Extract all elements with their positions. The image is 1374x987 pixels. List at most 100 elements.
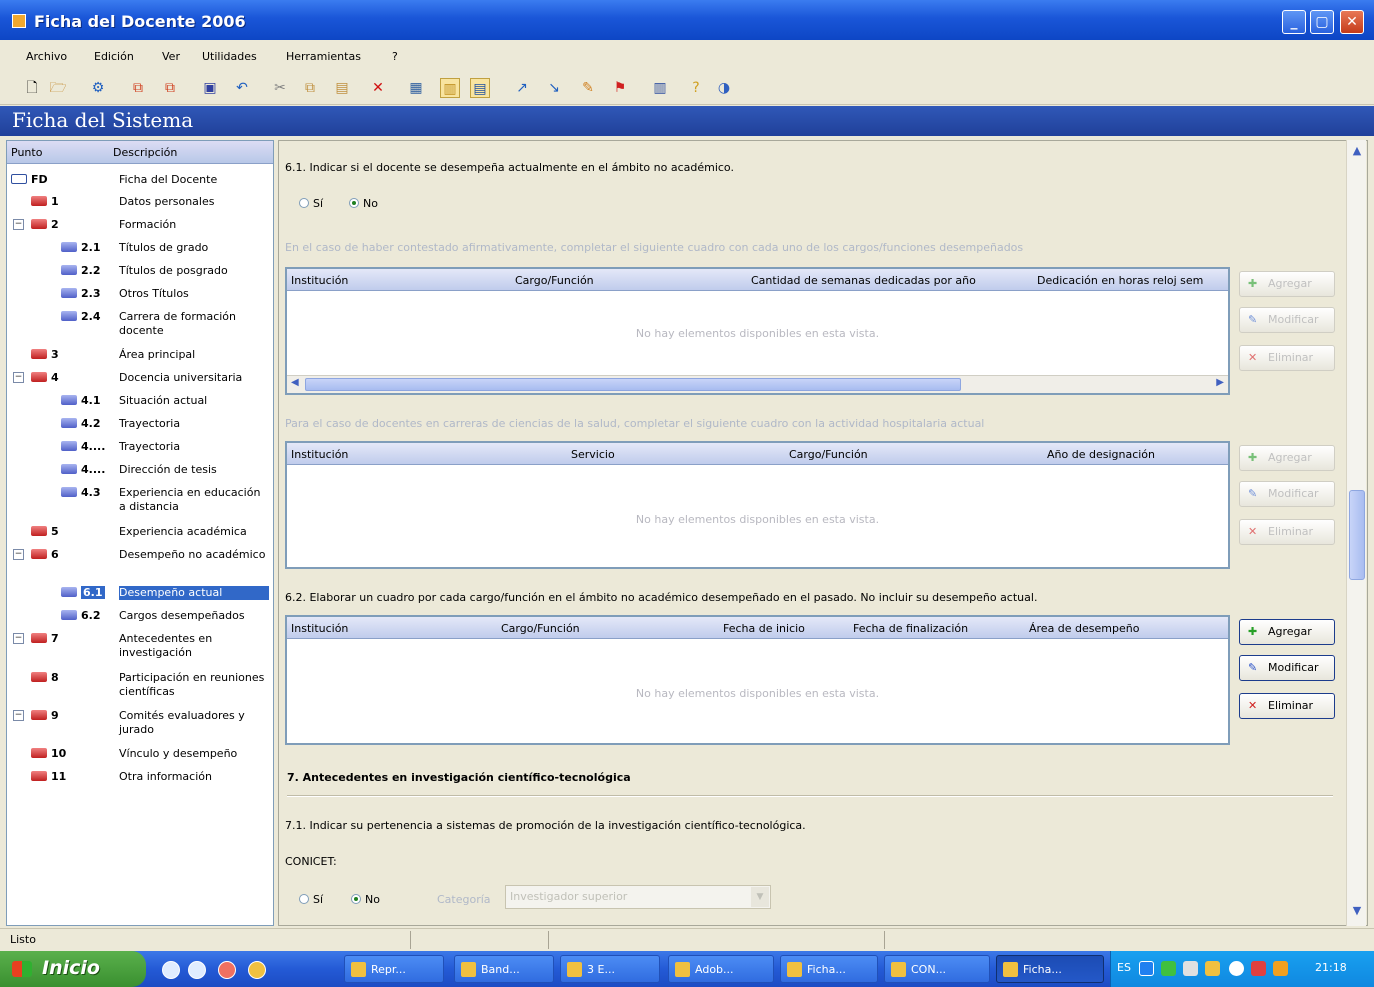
tree-item[interactable]: − 2 Formación (7, 216, 273, 238)
tree-item[interactable]: 6.2 Cargos desempeñados (7, 607, 273, 629)
panel2-icon[interactable]: ▤ (470, 78, 490, 98)
expand-icon[interactable]: − (13, 633, 24, 644)
grid-cargos-actuales[interactable]: Institución Cargo/Función Cantidad de se… (285, 267, 1230, 395)
col-institucion[interactable]: Institución (291, 448, 348, 461)
tree-item[interactable]: 5 Experiencia académica (7, 523, 273, 545)
delete-button-3[interactable]: ✕ Eliminar (1239, 693, 1335, 719)
help-icon[interactable]: ? (686, 78, 706, 98)
taskbar-button[interactable]: Band... (454, 955, 554, 983)
tree-item[interactable]: 1 Datos personales (7, 193, 273, 215)
edit-button-1[interactable]: ✎ Modificar (1239, 307, 1335, 333)
col-institucion[interactable]: Institución (291, 622, 348, 635)
expand-icon[interactable]: − (13, 219, 24, 230)
security-icon[interactable] (1183, 961, 1198, 976)
undo-icon[interactable]: ↶ (232, 78, 252, 98)
taskbar-button[interactable]: Ficha... (780, 955, 878, 983)
expand-icon[interactable]: − (13, 372, 24, 383)
menu-archivo[interactable]: Archivo (26, 50, 67, 63)
tree-item[interactable]: 3 Área principal (7, 346, 273, 368)
col-dedicacion[interactable]: Dedicación en horas reloj sem (1037, 274, 1227, 287)
copy-icon[interactable]: ⧉ (128, 78, 148, 98)
taskbar-button[interactable]: Adob... (668, 955, 774, 983)
radio-no-6-1[interactable]: No (349, 197, 378, 210)
horizontal-scrollbar[interactable]: ◀ ▶ (287, 375, 1228, 393)
tree-item[interactable]: 8 Participación en reuniones científicas (7, 669, 273, 698)
cut-icon[interactable]: ✂ (270, 78, 290, 98)
col-area[interactable]: Área de desempeño (1029, 622, 1139, 635)
sync-icon[interactable] (1161, 961, 1176, 976)
tree-item[interactable]: 4.... Dirección de tesis (7, 461, 273, 483)
minimize-button[interactable]: _ (1282, 10, 1306, 34)
tree-item[interactable]: 6.1 Desempeño actual (7, 584, 273, 606)
menu-ver[interactable]: Ver (162, 50, 180, 63)
menu-help[interactable]: ? (392, 50, 398, 63)
radio-si-6-1[interactable]: Sí (299, 197, 323, 210)
ie-icon[interactable] (162, 961, 180, 979)
volume-icon[interactable] (1273, 961, 1288, 976)
grid-actividad-hospitalaria[interactable]: Institución Servicio Cargo/Función Año d… (285, 441, 1230, 569)
tree-item[interactable]: 10 Vínculo y desempeño (7, 745, 273, 767)
col-anio[interactable]: Año de designación (1047, 448, 1155, 461)
tree-item[interactable]: − 7 Antecedentes en investigación (7, 630, 273, 659)
taskbar-button[interactable]: 3 E... (560, 955, 660, 983)
maximize-button[interactable]: ▢ (1310, 10, 1334, 34)
flag-icon[interactable]: ⚑ (610, 78, 630, 98)
tree-item[interactable]: 4.1 Situación actual (7, 392, 273, 414)
network-icon[interactable] (1139, 961, 1154, 976)
col-servicio[interactable]: Servicio (571, 448, 615, 461)
radio-si-conicet[interactable]: Sí (299, 893, 323, 906)
vertical-scrollbar[interactable]: ▲ ▼ (1346, 140, 1366, 926)
edit-button-3[interactable]: ✎ Modificar (1239, 655, 1335, 681)
add-button-3[interactable]: ✚ Agregar (1239, 619, 1335, 645)
language-indicator[interactable]: ES (1117, 961, 1131, 974)
taskbar-button[interactable]: CON... (884, 955, 990, 983)
tag-icon[interactable]: ✎ (578, 78, 598, 98)
desktop-icon[interactable] (188, 961, 206, 979)
grid-cargos-pasados[interactable]: Institución Cargo/Función Fecha de inici… (285, 615, 1230, 745)
info-icon[interactable]: ◑ (714, 78, 734, 98)
tree-item[interactable]: 2.4 Carrera de formación docente (7, 308, 273, 337)
save-icon[interactable]: ▣ (200, 78, 220, 98)
scroll-left-icon[interactable]: ◀ (291, 377, 299, 388)
info-icon[interactable] (1229, 961, 1244, 976)
expand-icon[interactable]: − (13, 710, 24, 721)
tree-item[interactable]: 2.1 Títulos de grado (7, 239, 273, 261)
tree-item[interactable]: 4.3 Experiencia en educación a distancia (7, 484, 273, 513)
alert-icon[interactable] (1251, 961, 1266, 976)
view-icon[interactable]: ▦ (406, 78, 426, 98)
menu-edicion[interactable]: Edición (94, 50, 134, 63)
scroll-up-icon[interactable]: ▲ (1349, 144, 1365, 160)
tree-item[interactable]: FD Ficha del Docente (7, 171, 273, 193)
sort-asc-icon[interactable]: ↗ (512, 78, 532, 98)
tree-item[interactable]: 2.2 Títulos de posgrado (7, 262, 273, 284)
tree-item[interactable]: 11 Otra información (7, 768, 273, 790)
col-institucion[interactable]: Institución (291, 274, 348, 287)
scroll-thumb[interactable] (1349, 490, 1365, 580)
sort-desc-icon[interactable]: ↘ (544, 78, 564, 98)
add-button-1[interactable]: ✚ Agregar (1239, 271, 1335, 297)
col-cargo[interactable]: Cargo/Función (515, 274, 594, 287)
col-descripcion[interactable]: Descripción (113, 146, 177, 159)
tree-item[interactable]: − 6 Desempeño no académico (7, 546, 273, 568)
col-punto[interactable]: Punto (11, 146, 42, 159)
messenger-icon[interactable] (248, 961, 266, 979)
start-button[interactable]: Inicio (0, 951, 146, 987)
delete-button-1[interactable]: ✕ Eliminar (1239, 345, 1335, 371)
categoria-select[interactable]: Investigador superior ▼ (505, 885, 771, 909)
col-semanas[interactable]: Cantidad de semanas dedicadas por año (751, 274, 976, 287)
menu-utilidades[interactable]: Utilidades (202, 50, 257, 63)
col-cargo[interactable]: Cargo/Función (501, 622, 580, 635)
taskbar-button[interactable]: Ficha... (996, 955, 1104, 983)
tree-item[interactable]: 2.3 Otros Títulos (7, 285, 273, 307)
col-cargo[interactable]: Cargo/Función (789, 448, 868, 461)
media-icon[interactable] (218, 961, 236, 979)
tree-item[interactable]: 4.2 Trayectoria (7, 415, 273, 437)
scroll-right-icon[interactable]: ▶ (1216, 377, 1224, 388)
shield-icon[interactable] (1205, 961, 1220, 976)
expand-icon[interactable]: − (13, 549, 24, 560)
scroll-down-icon[interactable]: ▼ (1349, 904, 1365, 920)
tree-item[interactable]: − 4 Docencia universitaria (7, 369, 273, 391)
col-fecha-inicio[interactable]: Fecha de inicio (723, 622, 805, 635)
delete-icon[interactable]: ✕ (368, 78, 388, 98)
calc-icon[interactable]: ▥ (650, 78, 670, 98)
